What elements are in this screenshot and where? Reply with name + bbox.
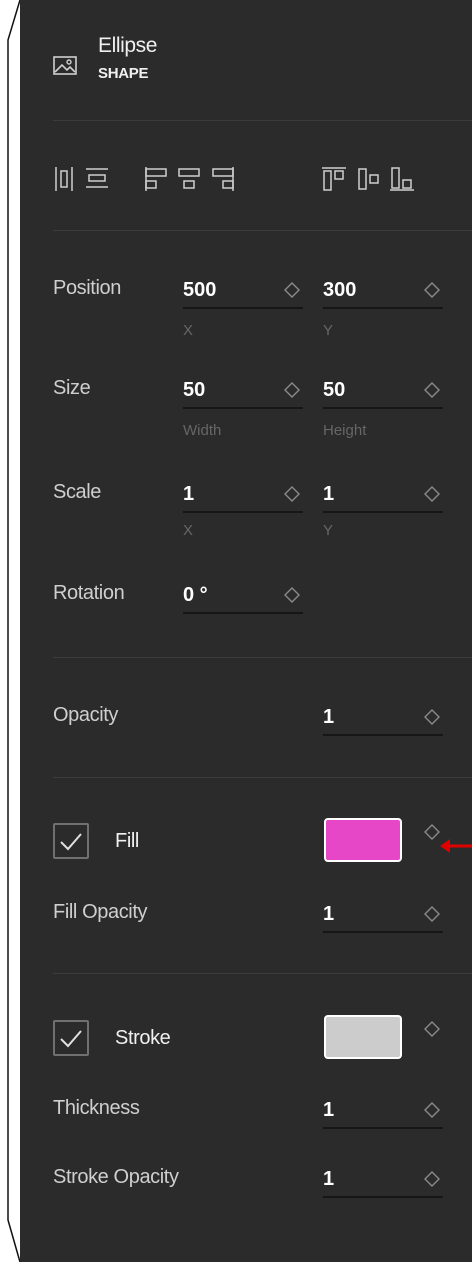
rotation-input[interactable]: 0 ° — [183, 584, 303, 614]
size-width-sublabel: Width — [183, 422, 222, 439]
scale-y-sublabel: Y — [323, 522, 334, 539]
size-height-sublabel: Height — [323, 422, 367, 439]
keyframe-diamond-icon[interactable] — [283, 381, 301, 399]
keyframe-diamond-icon[interactable] — [423, 1020, 441, 1038]
stroke-opacity-label: Stroke Opacity — [53, 1166, 179, 1188]
object-title: Ellipse — [98, 34, 158, 57]
size-label: Size — [53, 377, 91, 399]
image-icon — [53, 56, 77, 81]
position-x-sublabel: X — [183, 322, 194, 339]
keyframe-diamond-icon[interactable] — [423, 281, 441, 299]
opacity-input[interactable]: 1 — [323, 706, 443, 736]
position-label: Position — [53, 277, 121, 299]
scale-label: Scale — [53, 481, 102, 503]
keyframe-diamond-icon[interactable] — [423, 905, 441, 923]
keyframe-diamond-icon[interactable] — [283, 586, 301, 604]
position-y-input[interactable]: 300 — [323, 279, 443, 309]
align-top-edges-icon[interactable] — [85, 167, 109, 196]
fill-opacity-input[interactable]: 1 — [323, 903, 443, 933]
stroke-label: Stroke — [115, 1027, 171, 1049]
align-right-icon[interactable] — [210, 167, 234, 196]
position-x-input[interactable]: 500 — [183, 279, 303, 309]
checkmark-icon — [60, 833, 82, 851]
thickness-label: Thickness — [53, 1097, 140, 1119]
keyframe-diamond-icon[interactable] — [283, 281, 301, 299]
align-left-icon[interactable] — [145, 167, 169, 196]
keyframe-diamond-icon[interactable] — [423, 381, 441, 399]
annotation-arrow-icon — [440, 839, 472, 853]
align-bottom-icon[interactable] — [390, 167, 414, 196]
divider — [53, 657, 472, 658]
thickness-input[interactable]: 1 — [323, 1099, 443, 1129]
scale-y-input[interactable]: 1 — [323, 483, 443, 513]
align-top-icon[interactable] — [322, 167, 346, 196]
align-left-edges-icon[interactable] — [55, 167, 75, 196]
keyframe-diamond-icon[interactable] — [423, 708, 441, 726]
align-middle-icon[interactable] — [357, 167, 381, 196]
size-height-input[interactable]: 50 — [323, 379, 443, 409]
keyframe-diamond-icon[interactable] — [423, 823, 441, 841]
stroke-opacity-input[interactable]: 1 — [323, 1168, 443, 1198]
size-width-input[interactable]: 50 — [183, 379, 303, 409]
fill-opacity-label: Fill Opacity — [53, 901, 148, 923]
keyframe-diamond-icon[interactable] — [423, 1101, 441, 1119]
fill-label: Fill — [115, 830, 139, 852]
checkmark-icon — [60, 1030, 82, 1048]
keyframe-diamond-icon[interactable] — [423, 1170, 441, 1188]
position-y-sublabel: Y — [323, 322, 334, 339]
scale-x-input[interactable]: 1 — [183, 483, 303, 513]
stroke-checkbox[interactable] — [53, 1020, 89, 1056]
scale-x-sublabel: X — [183, 522, 194, 539]
align-center-horizontal-icon[interactable] — [177, 167, 201, 196]
divider — [53, 120, 472, 121]
divider — [53, 777, 472, 778]
fill-color-swatch[interactable] — [324, 818, 402, 862]
opacity-label: Opacity — [53, 704, 119, 726]
properties-panel: Ellipse SHAPE Position 500 X 300 Y Size … — [20, 0, 472, 1262]
object-type: SHAPE — [98, 65, 149, 82]
keyframe-diamond-icon[interactable] — [283, 485, 301, 503]
divider — [53, 973, 472, 974]
stroke-color-swatch[interactable] — [324, 1015, 402, 1059]
divider — [53, 230, 472, 231]
keyframe-diamond-icon[interactable] — [423, 485, 441, 503]
panel-edge-outline — [7, 0, 21, 1262]
rotation-label: Rotation — [53, 582, 125, 604]
fill-checkbox[interactable] — [53, 823, 89, 859]
